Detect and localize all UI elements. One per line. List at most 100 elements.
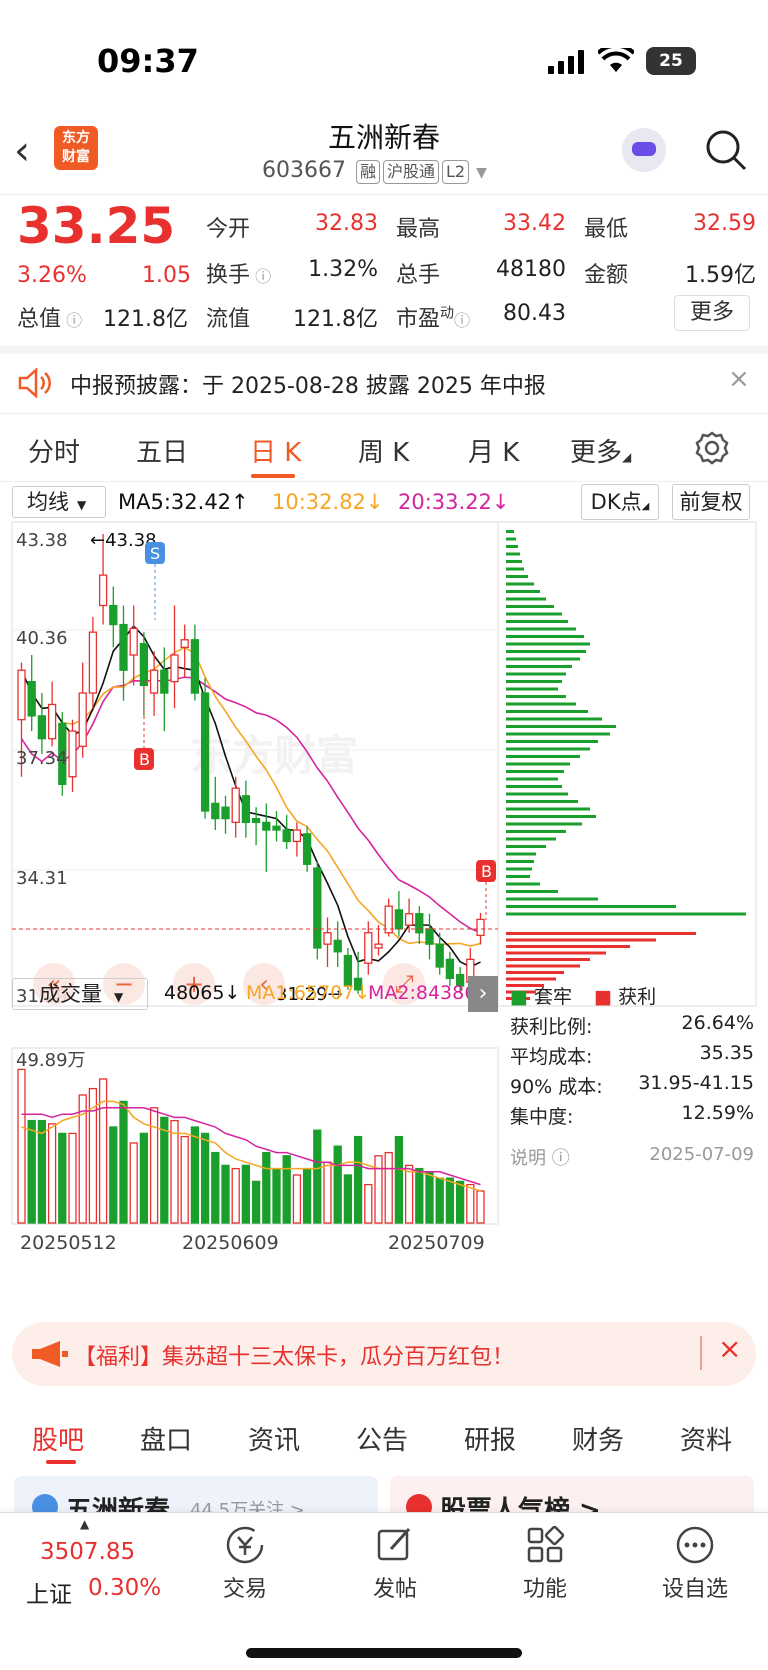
stock-code-row[interactable]: 603667 融沪股通 L2 ▼: [262, 158, 487, 184]
tab-announcements[interactable]: 公告: [356, 1420, 408, 1457]
quote-panel: 33.25 3.26% 1.05 今开 32.83 最高 33.42 最低 32…: [0, 194, 768, 346]
turnover-label[interactable]: 换手 ⓘ: [206, 257, 271, 289]
volume-bars: [17, 1068, 485, 1224]
y-label-4: 34.31: [16, 868, 68, 889]
mktcap-label[interactable]: 总值 ⓘ: [17, 301, 82, 333]
amount-value: 1.59亿: [685, 263, 756, 288]
volume-ma2: MA2:84386↓: [368, 982, 468, 1004]
volume-bar: [333, 1145, 342, 1224]
volume-bar: [394, 1135, 404, 1224]
chip-bar-trapped: [506, 695, 566, 698]
chip-bar-trapped: [506, 680, 562, 683]
notice-bar[interactable]: 中报预披露：于 2025-08-28 披露 2025 年中报 ×: [0, 346, 768, 414]
pe-value: 80.43: [503, 301, 566, 326]
battery-icon: 25: [646, 47, 696, 75]
chip-bar-trapped: [506, 582, 534, 586]
promo-close-icon[interactable]: ×: [718, 1332, 741, 1365]
candle: [221, 795, 230, 834]
tab-research[interactable]: 研报: [464, 1420, 516, 1457]
mktcap-value: 121.8亿: [103, 307, 188, 332]
content-tabs: 股吧 盘口 资讯 公告 研报 财务 资料: [0, 1402, 768, 1468]
tab-five-day[interactable]: 五日: [136, 432, 188, 469]
stock-code: 603667: [262, 158, 346, 183]
change-amount: 1.05: [142, 263, 191, 288]
chart-area: 均线 ▼ MA5:32.42↑ 10:32.82↓ 20:33.22↓ DK点◢ …: [0, 482, 768, 1312]
index-value[interactable]: 3507.85: [40, 1539, 135, 1565]
tag-margin: 融: [355, 160, 380, 184]
close-icon[interactable]: ×: [728, 364, 750, 394]
volume-bar: [27, 1119, 36, 1224]
volume-bar: [455, 1180, 465, 1224]
nav-post[interactable]: 发帖: [340, 1523, 450, 1603]
tab-more[interactable]: 更多◢: [570, 432, 631, 469]
indicator-select[interactable]: 均线 ▼: [12, 486, 106, 518]
signal-b-latest-icon[interactable]: B: [476, 860, 496, 920]
chip-bar-trapped: [506, 792, 568, 796]
volume-bar: [251, 1180, 261, 1224]
dk-point-button[interactable]: DK点◢: [581, 484, 659, 520]
more-dots-icon: [676, 1526, 714, 1564]
tab-forum[interactable]: 股吧: [32, 1420, 84, 1457]
chip-bar-trapped: [506, 657, 580, 661]
stock-header: ‹ 东方 财富 五洲新春 603667 融沪股通 L2 ▼: [0, 110, 768, 194]
candle: [292, 822, 302, 857]
expand-arrow-icon[interactable]: ›: [468, 976, 498, 1012]
tab-monthly-k[interactable]: 月 K: [468, 432, 519, 469]
svg-text:B: B: [481, 862, 492, 881]
adjust-button[interactable]: 前复权: [672, 484, 750, 520]
chip-bar-trapped: [506, 785, 562, 788]
search-icon[interactable]: [704, 128, 748, 172]
chip-bar-trapped: [506, 567, 524, 571]
volume-bar: [282, 1155, 291, 1224]
candle: [313, 860, 322, 960]
tab-weekly-k[interactable]: 周 K: [358, 432, 409, 469]
volume-bar: [200, 1132, 210, 1224]
stat-note-row[interactable]: 说明 ⓘ 2025-07-09: [510, 1132, 754, 1172]
signal-s-icon[interactable]: S: [145, 542, 165, 620]
index-change[interactable]: 0.30%: [88, 1575, 161, 1601]
more-button[interactable]: 更多: [674, 295, 750, 331]
nav-features[interactable]: 功能: [490, 1523, 600, 1603]
candle: [445, 951, 455, 987]
nav-trade[interactable]: 交易: [190, 1523, 300, 1603]
tab-news[interactable]: 资讯: [248, 1420, 300, 1457]
date-label-start: 20250512: [20, 1232, 117, 1254]
volume-indicator-select[interactable]: 成交量 ▼: [12, 978, 148, 1010]
assistant-robot-icon[interactable]: [622, 128, 666, 172]
volume-bar: [180, 1135, 189, 1224]
trade-yen-icon: [226, 1526, 264, 1564]
tab-orderbook[interactable]: 盘口: [140, 1420, 192, 1457]
volume-bar: [374, 1155, 383, 1224]
ma5-label: MA5:32.42↑: [118, 490, 249, 514]
promo-banner[interactable]: 【福利】集苏超十三太保卡，瓜分百万红包！ ×: [12, 1322, 756, 1386]
candle: [200, 677, 210, 819]
volume-bar: [17, 1068, 26, 1224]
volume-bar: [231, 1167, 240, 1224]
chip-bar-trapped: [506, 710, 588, 713]
popularity-card[interactable]: 股票人气榜 >: [390, 1476, 754, 1516]
chip-bar-trapped: [506, 890, 558, 893]
chip-bar-profit: [506, 971, 564, 974]
chip-bar-trapped: [506, 815, 596, 818]
tab-intraday[interactable]: 分时: [28, 432, 80, 469]
chip-bar-profit: [506, 951, 606, 955]
index-name[interactable]: 上证: [26, 1575, 72, 1609]
forum-card[interactable]: 五洲新春 44.5万关注 >: [14, 1476, 378, 1516]
tab-profile[interactable]: 资料: [680, 1420, 732, 1457]
volume-bar: [241, 1164, 251, 1224]
volume-bar: [302, 1167, 312, 1224]
chip-bar-profit: [506, 958, 590, 961]
candle: [88, 616, 98, 709]
candle: [37, 693, 47, 754]
kline-chart[interactable]: 东方财富 43.38 40.36 37.34 34.31 31.29 ←43.3…: [0, 520, 768, 1312]
nav-watchlist[interactable]: 设自选: [640, 1523, 750, 1603]
open-label: 今开: [206, 217, 251, 242]
chip-bar-trapped: [506, 552, 520, 556]
tag-connect: 沪股通: [383, 160, 440, 184]
change-percent: 3.26%: [17, 263, 87, 288]
tab-daily-k[interactable]: 日 K: [250, 432, 301, 469]
tab-finance[interactable]: 财务: [572, 1420, 624, 1457]
pe-label[interactable]: 市盈动ⓘ: [396, 301, 470, 333]
volume-bar: [190, 1126, 200, 1224]
settings-gear-icon[interactable]: [694, 430, 730, 466]
